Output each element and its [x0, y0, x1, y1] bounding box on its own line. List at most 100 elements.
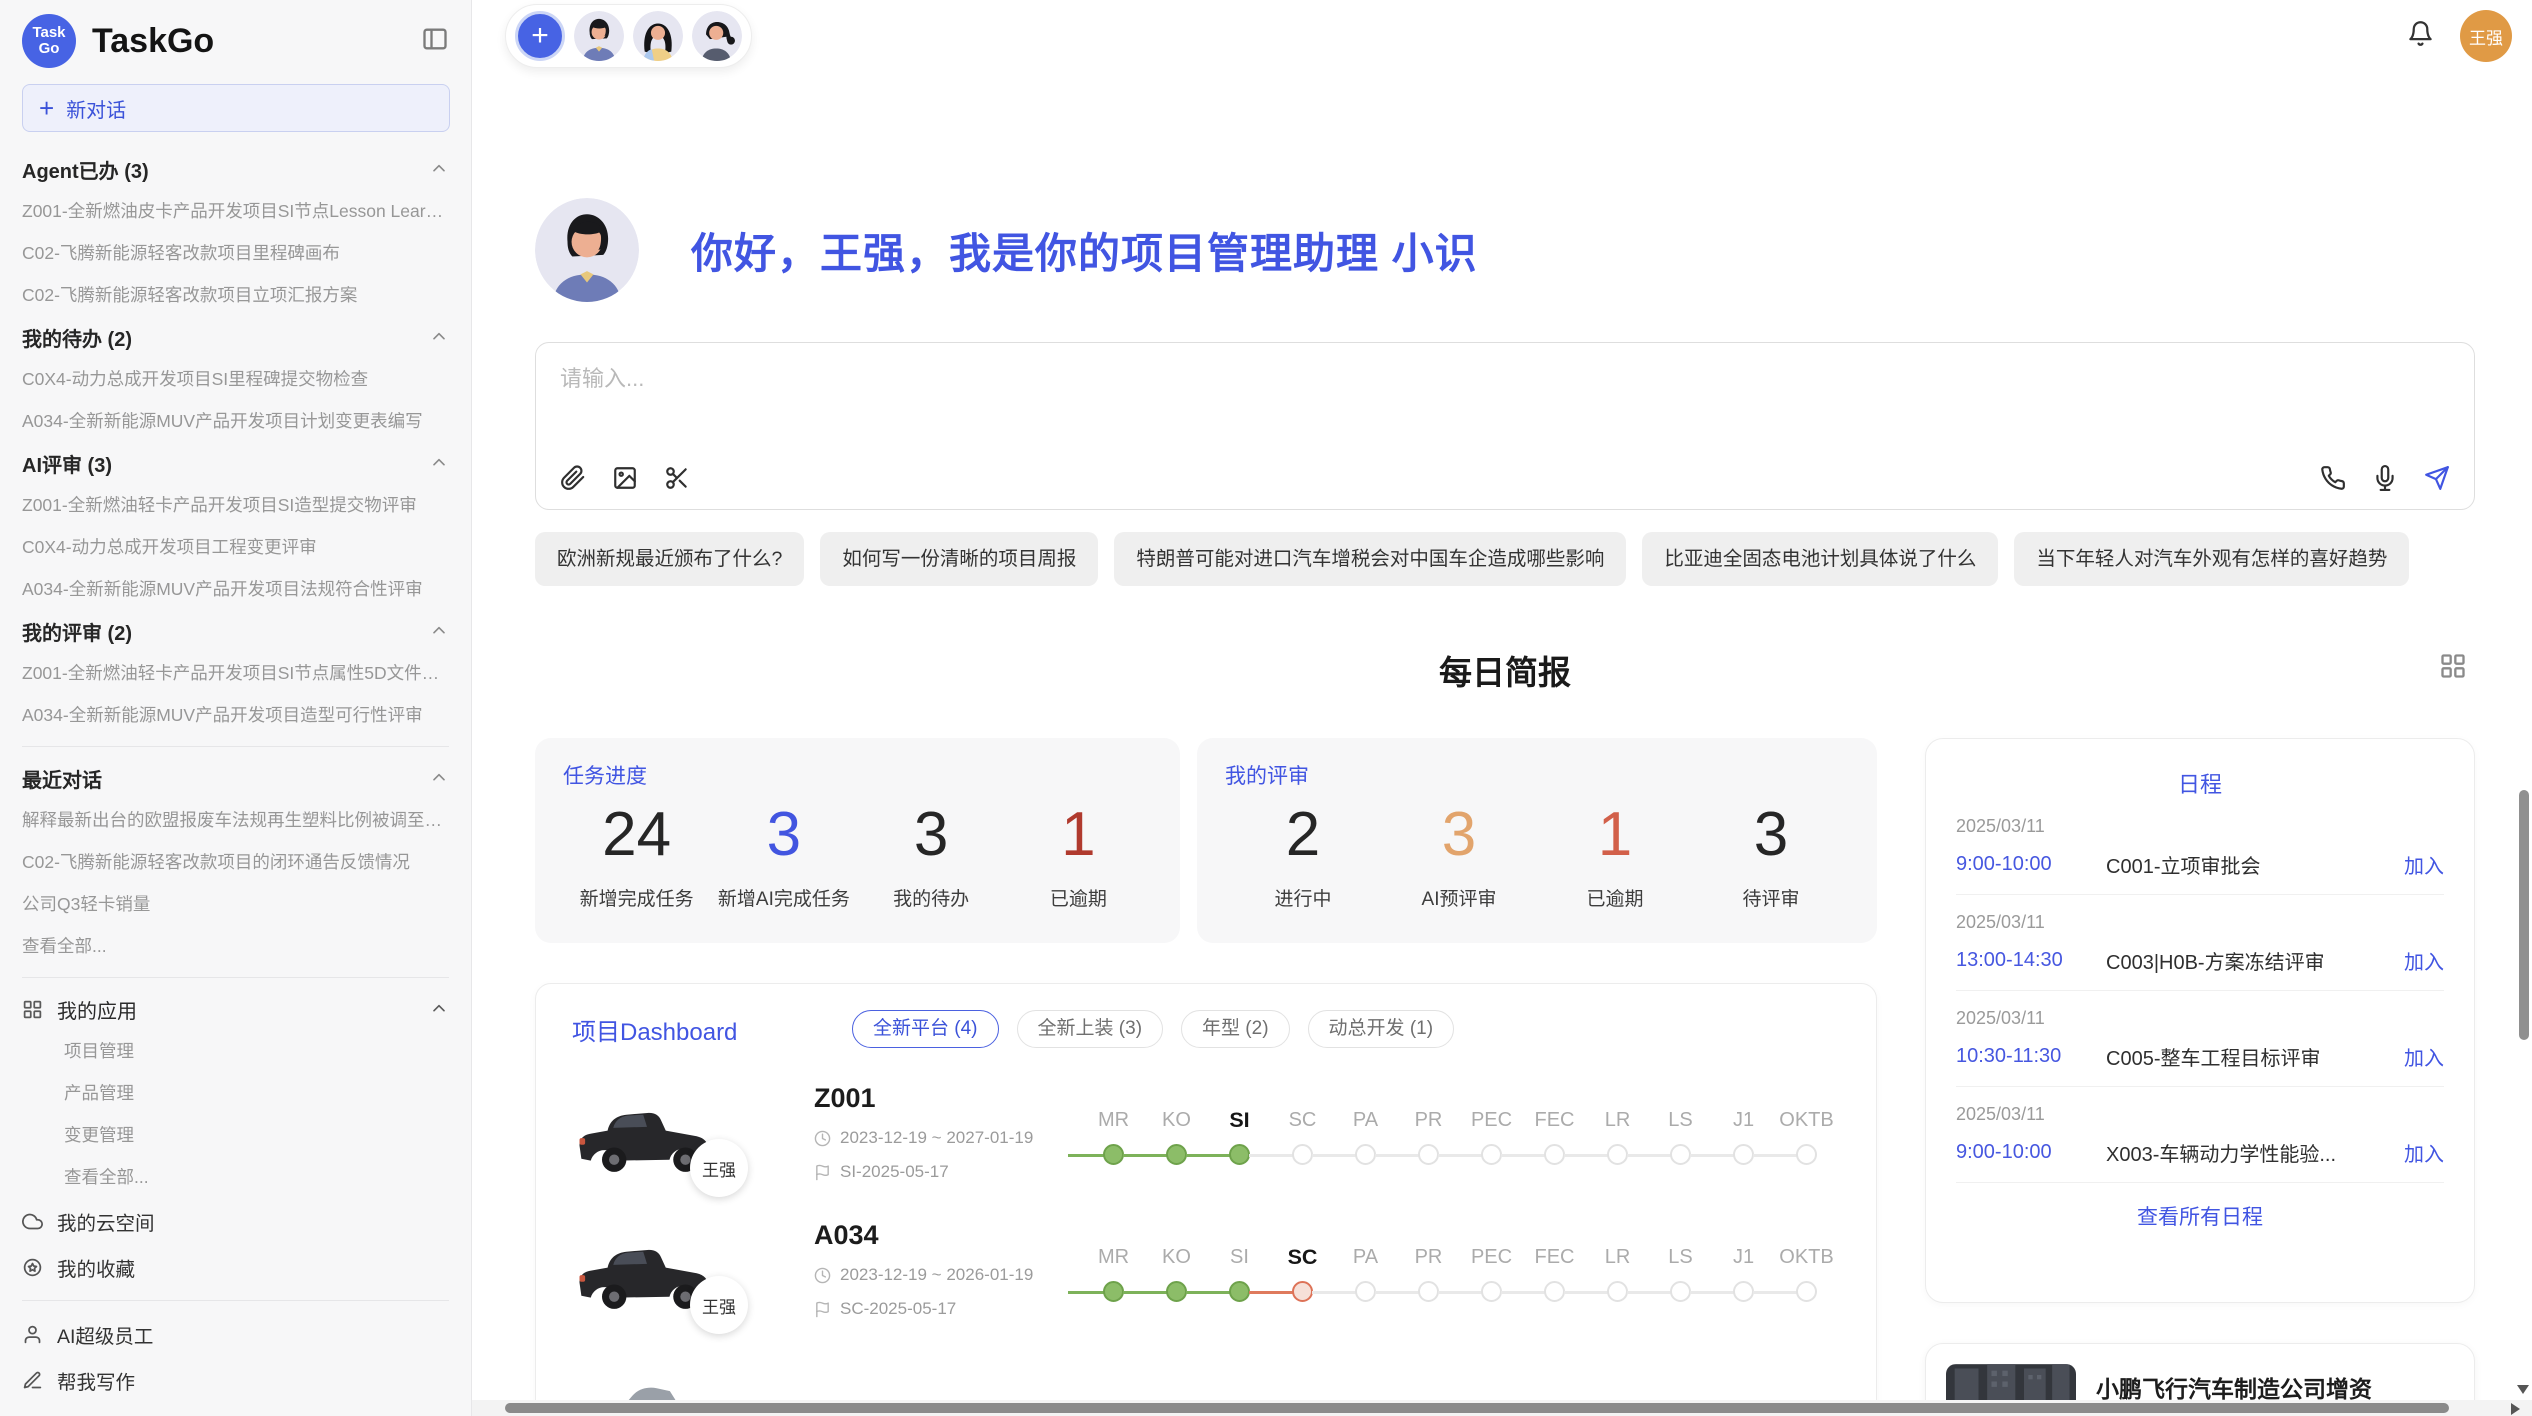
milestone-dot[interactable]	[1418, 1144, 1439, 1165]
sidebar-task-item[interactable]: A034-全新新能源MUV产品开发项目计划变更表编写	[22, 400, 449, 442]
milestone-dot[interactable]	[1544, 1144, 1565, 1165]
sidebar-task-item[interactable]: A034-全新新能源MUV产品开发项目法规符合性评审	[22, 568, 449, 610]
milestone-dot[interactable]	[1796, 1144, 1817, 1165]
recent-conversation-item[interactable]: 查看全部...	[22, 925, 449, 967]
milestone: FEC	[1523, 1240, 1586, 1310]
suggestion-chip[interactable]: 欧洲新规最近颁布了什么?	[535, 532, 804, 586]
logo-text-bottom: Go	[39, 41, 60, 57]
suggestion-chip[interactable]: 比亚迪全固态电池计划具体说了什么	[1642, 532, 1998, 586]
milestone-dot[interactable]	[1292, 1281, 1313, 1302]
dashboard-tab[interactable]: 全新平台 (4)	[852, 1010, 999, 1048]
app-sub-item[interactable]: 查看全部...	[22, 1156, 449, 1198]
suggestion-chip[interactable]: 特朗普可能对进口汽车增税会对中国车企造成哪些影响	[1114, 532, 1626, 586]
layout-grid-icon[interactable]	[2439, 652, 2467, 685]
horizontal-scrollbar[interactable]	[472, 1400, 2532, 1416]
milestone-connector	[1068, 1291, 1104, 1294]
milestone-dot[interactable]	[1607, 1281, 1628, 1302]
sidebar-section-title[interactable]: 最近对话	[22, 757, 449, 799]
milestone-dot[interactable]	[1292, 1144, 1313, 1165]
sidebar-task-item[interactable]: A034-全新新能源MUV产品开发项目造型可行性评审	[22, 694, 449, 736]
stat-item: 24新增完成任务	[563, 796, 710, 911]
join-link[interactable]: 加入	[2404, 946, 2444, 975]
join-link[interactable]: 加入	[2404, 1138, 2444, 1167]
view-all-schedule-link[interactable]: 查看所有日程	[1956, 1183, 2444, 1249]
dashboard-tab[interactable]: 动总开发 (1)	[1308, 1010, 1455, 1048]
milestone-dot[interactable]	[1481, 1281, 1502, 1302]
sidebar-task-item[interactable]: C0X4-动力总成开发项目SI里程碑提交物检查	[22, 358, 449, 400]
recent-conversation-item[interactable]: C02-飞腾新能源轻客改款项目的闭环通告反馈情况	[22, 841, 449, 883]
app-sub-item[interactable]: 项目管理	[22, 1030, 449, 1072]
sidebar-task-item[interactable]: C0X4-动力总成开发项目工程变更评审	[22, 526, 449, 568]
sidebar-collapse-icon[interactable]	[421, 25, 449, 58]
sidebar-item-user[interactable]: AI超级员工	[22, 1311, 449, 1357]
suggestion-chip[interactable]: 如何写一份清晰的项目周报	[820, 532, 1098, 586]
milestone-dot[interactable]	[1418, 1281, 1439, 1302]
horizontal-scrollbar-thumb[interactable]	[505, 1403, 2449, 1413]
sidebar-task-item[interactable]: Z001-全新燃油皮卡产品开发项目SI节点Lesson Learn报告	[22, 190, 449, 232]
schedule-date: 2025/03/11	[1956, 1104, 2444, 1125]
milestone-dot[interactable]	[1670, 1281, 1691, 1302]
voice-call-icon[interactable]	[2320, 465, 2346, 491]
milestone-dot[interactable]	[1544, 1281, 1565, 1302]
sidebar-section-title[interactable]: 我的待办 (2)	[22, 316, 449, 358]
app-sub-item[interactable]: 变更管理	[22, 1114, 449, 1156]
chevron-up-icon[interactable]	[429, 159, 449, 179]
milestone-dot[interactable]	[1733, 1144, 1754, 1165]
chevron-up-icon[interactable]	[429, 621, 449, 641]
sidebar-task-item[interactable]: C02-飞腾新能源轻客改款项目立项汇报方案	[22, 274, 449, 316]
scroll-right-arrow[interactable]	[2511, 1403, 2520, 1415]
milestone-dot[interactable]	[1670, 1144, 1691, 1165]
join-link[interactable]: 加入	[2404, 850, 2444, 879]
milestone-dot[interactable]	[1229, 1144, 1250, 1165]
milestone-connector	[1690, 1154, 1734, 1157]
clock-icon	[814, 1267, 831, 1284]
project-row[interactable]: 王强Z0012023-12-19 ~ 2027-01-19SI-2025-05-…	[572, 1080, 1840, 1185]
sidebar-item-pencil[interactable]: 帮我写作	[22, 1357, 449, 1403]
vertical-scrollbar-thumb[interactable]	[2519, 790, 2529, 1040]
app-sub-item[interactable]: 产品管理	[22, 1072, 449, 1114]
chevron-up-icon[interactable]	[429, 453, 449, 473]
schedule-time: 9:00-10:00	[1956, 853, 2106, 876]
milestone-dot[interactable]	[1166, 1281, 1187, 1302]
milestone-dot[interactable]	[1607, 1144, 1628, 1165]
milestone-dot[interactable]	[1733, 1281, 1754, 1302]
chevron-up-icon[interactable]	[429, 768, 449, 788]
suggestion-chip[interactable]: 当下年轻人对汽车外观有怎样的喜好趋势	[2014, 532, 2409, 586]
image-upload-icon[interactable]	[612, 465, 638, 491]
chevron-up-icon[interactable]	[429, 327, 449, 347]
milestone-dot[interactable]	[1229, 1281, 1250, 1302]
sidebar-item-star[interactable]: 我的收藏	[22, 1244, 449, 1290]
sidebar-task-item[interactable]: Z001-全新燃油轻卡产品开发项目SI节点属性5D文件评审	[22, 652, 449, 694]
sidebar-item-pentool[interactable]: 创意制图	[22, 1403, 449, 1416]
sidebar-task-item[interactable]: Z001-全新燃油轻卡产品开发项目SI造型提交物评审	[22, 484, 449, 526]
project-row[interactable]: 王强A0342023-12-19 ~ 2026-01-19SC-2025-05-…	[572, 1217, 1840, 1322]
recent-conversation-item[interactable]: 解释最新出台的欧盟报废车法规再生塑料比例被调至15%...	[22, 799, 449, 841]
milestone-dot[interactable]	[1355, 1144, 1376, 1165]
send-icon[interactable]	[2424, 465, 2450, 491]
milestone-dot[interactable]	[1481, 1144, 1502, 1165]
sidebar-section-title[interactable]: 我的评审 (2)	[22, 610, 449, 652]
chat-input[interactable]	[560, 361, 1960, 431]
milestone-dot[interactable]	[1103, 1281, 1124, 1302]
sidebar-task-item[interactable]: C02-飞腾新能源轻客改款项目里程碑画布	[22, 232, 449, 274]
microphone-icon[interactable]	[2372, 465, 2398, 491]
project-code: Z001	[814, 1083, 1082, 1114]
milestone-dot[interactable]	[1103, 1144, 1124, 1165]
sidebar-item-cloud[interactable]: 我的云空间	[22, 1198, 449, 1244]
sidebar-section-title[interactable]: Agent已办 (3)	[22, 148, 449, 190]
scroll-down-arrow[interactable]	[2517, 1385, 2529, 1394]
divider	[22, 1300, 449, 1301]
milestone-dot[interactable]	[1166, 1144, 1187, 1165]
sidebar-section-title[interactable]: AI评审 (3)	[22, 442, 449, 484]
sidebar-item-my-apps[interactable]: 我的应用	[22, 988, 449, 1030]
chevron-up-icon[interactable]	[429, 999, 449, 1019]
milestone-dot[interactable]	[1355, 1281, 1376, 1302]
join-link[interactable]: 加入	[2404, 1042, 2444, 1071]
new-chat-button[interactable]: + 新对话	[22, 84, 450, 132]
dashboard-tab[interactable]: 全新上装 (3)	[1017, 1010, 1164, 1048]
dashboard-tab[interactable]: 年型 (2)	[1181, 1010, 1290, 1048]
attachment-icon[interactable]	[560, 465, 586, 491]
screenshot-icon[interactable]	[664, 465, 690, 491]
milestone-dot[interactable]	[1796, 1281, 1817, 1302]
recent-conversation-item[interactable]: 公司Q3轻卡销量	[22, 883, 449, 925]
